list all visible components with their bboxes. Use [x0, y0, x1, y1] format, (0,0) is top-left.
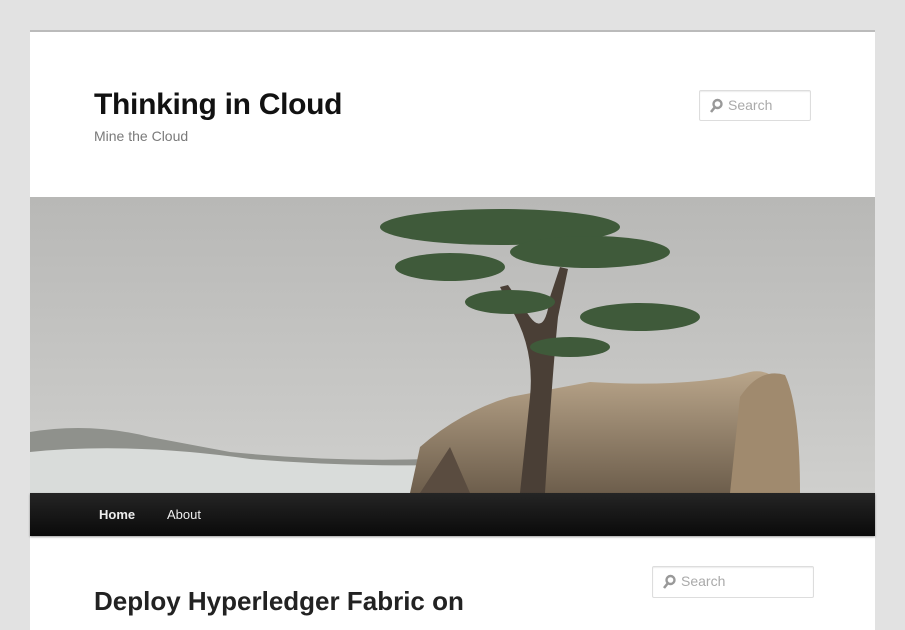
header-search-input[interactable]: Search: [699, 90, 811, 121]
site-title[interactable]: Thinking in Cloud: [94, 88, 342, 122]
nav-item-about[interactable]: About: [167, 507, 201, 522]
header-image: [30, 197, 875, 493]
search-icon: [709, 98, 723, 113]
site-tagline: Mine the Cloud: [94, 128, 189, 144]
sidebar-search-input[interactable]: Search: [652, 566, 814, 598]
search-placeholder: Search: [681, 573, 726, 589]
search-placeholder: Search: [728, 97, 773, 113]
page: Thinking in Cloud Mine the Cloud Search …: [30, 30, 875, 630]
post-title[interactable]: Deploy Hyperledger Fabric on: [94, 586, 464, 617]
nav-item-home[interactable]: Home: [99, 507, 135, 522]
search-icon: [662, 574, 676, 589]
main-navigation: Home About: [30, 493, 875, 536]
